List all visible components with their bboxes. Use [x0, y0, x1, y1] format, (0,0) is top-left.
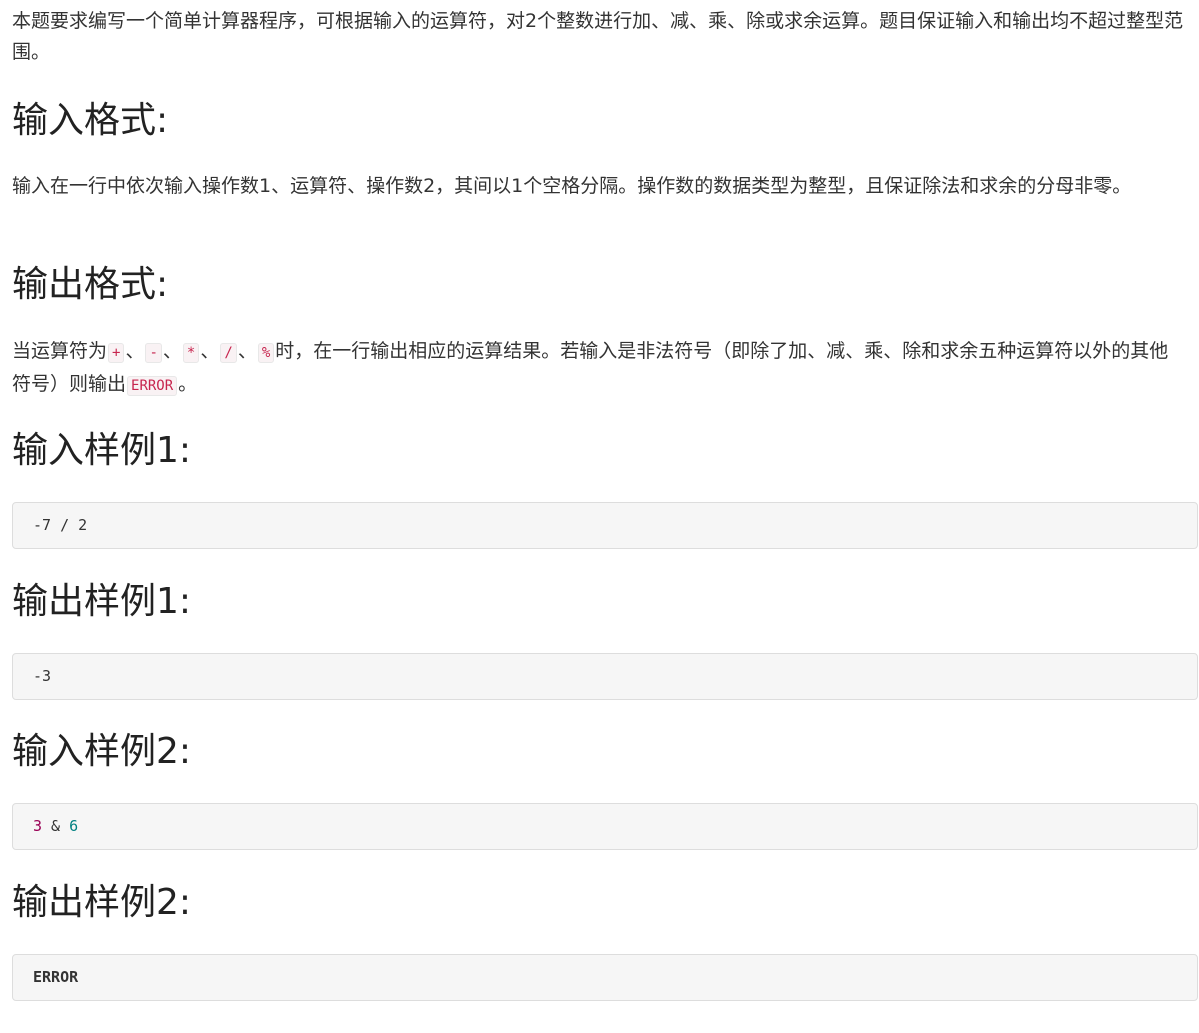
input-format-paragraph: 输入在一行中依次输入操作数1、运算符、操作数2，其间以1个空格分隔。操作数的数据…: [12, 175, 1132, 197]
code-token: 6: [69, 817, 79, 835]
code-token: -3: [33, 667, 52, 685]
code-token: -7: [33, 516, 52, 534]
separator: 、: [125, 340, 145, 362]
problem-statement: 本题要求编写一个简单计算器程序，可根据输入的运算符，对2个整数进行加、减、乘、除…: [0, 0, 1199, 1033]
output-format-suffix: 。: [178, 373, 198, 395]
output-format-heading: 输出格式:: [12, 264, 169, 305]
sample-input-2-heading: 输入样例2:: [12, 731, 192, 772]
code-token: 2: [78, 516, 88, 534]
code-token: &: [42, 817, 70, 835]
code-token: 3: [33, 817, 43, 835]
separator: 、: [237, 340, 257, 362]
operator-plus: +: [108, 343, 125, 363]
sample-input-1-heading: 输入样例1:: [12, 430, 192, 471]
output-format-prefix: 当运算符为: [12, 340, 108, 362]
separator: 、: [200, 340, 220, 362]
code-token: ERROR: [33, 968, 79, 986]
separator: 、: [162, 340, 182, 362]
sample-output-1-code: -3: [12, 653, 1198, 700]
operator-minus: -: [145, 343, 162, 363]
error-code-inline: ERROR: [127, 376, 178, 396]
input-format-heading: 输入格式:: [12, 100, 169, 141]
sample-output-2-code: ERROR: [12, 954, 1198, 1001]
operator-modulo: %: [257, 343, 275, 363]
sample-output-2-heading: 输出样例2:: [12, 882, 192, 923]
intro-paragraph: 本题要求编写一个简单计算器程序，可根据输入的运算符，对2个整数进行加、减、乘、除…: [12, 10, 1184, 63]
sample-input-2-code: 3 & 6: [12, 803, 1198, 850]
operator-divide: /: [220, 343, 237, 363]
code-token: /: [51, 516, 79, 534]
operator-multiply: *: [182, 343, 200, 363]
sample-output-1-heading: 输出样例1:: [12, 581, 192, 622]
output-format-paragraph: 当运算符为 +、 -、 *、 /、% 时，在一行输出相应的运算结果。若输入是非法符号（即除…: [12, 336, 1187, 402]
sample-input-1-code: -7 / 2: [12, 502, 1198, 549]
